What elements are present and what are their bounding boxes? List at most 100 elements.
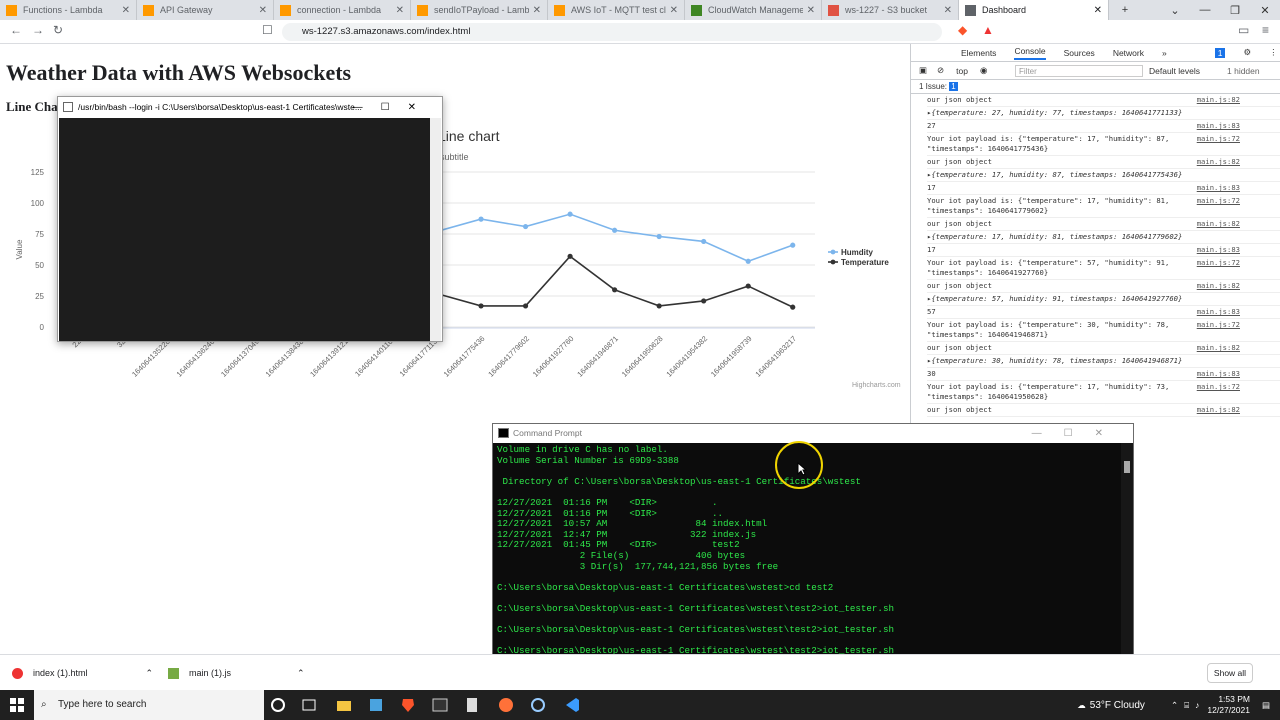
source-link[interactable]: main.js:82 [1197,405,1240,415]
reload-icon[interactable]: ↻ [53,23,63,37]
close-tab-icon[interactable]: ✕ [807,5,815,16]
bash-window[interactable]: /usr/bin/bash --login -i C:\Users\borsa\… [57,96,443,342]
settings-gear-icon[interactable]: ⚙ [1243,47,1251,58]
close-window-button[interactable]: ✕ [1250,0,1280,20]
source-link[interactable]: main.js:72 [1197,196,1240,206]
source-link[interactable]: main.js:82 [1197,157,1240,167]
source-link[interactable]: main.js:83 [1197,369,1240,379]
brave-rewards-icon[interactable]: ▲ [982,23,994,37]
minimize-window-button[interactable]: — [1190,0,1220,20]
close-tab-icon[interactable]: ✕ [122,5,130,16]
add-tab-button[interactable]: + [1110,0,1140,20]
console-message[interactable]: ▸{temperature: 17, humidity: 81, timesta… [927,231,1280,244]
source-link[interactable]: main.js:83 [1197,121,1240,131]
cmd-titlebar[interactable]: Command Prompt —☐✕ [493,424,1133,443]
app-icon[interactable] [530,697,546,713]
source-link[interactable]: main.js:72 [1197,134,1240,144]
console-message[interactable]: ▸{temperature: 57, humidity: 91, timesta… [927,293,1280,306]
eye-icon[interactable]: ◉ [980,65,987,76]
browser-tab[interactable]: sendIoTPayload - Lambda ✕ [411,0,548,20]
source-link[interactable]: main.js:82 [1197,343,1240,353]
source-link[interactable]: main.js:72 [1197,258,1240,268]
context-select[interactable]: top [956,66,968,76]
tab-console[interactable]: Console [1014,46,1046,60]
taskbar-search-box[interactable]: ⌕ Type here to search [34,690,264,720]
address-bar[interactable]: ws-1227.s3.amazonaws.com/index.html [282,23,942,41]
console-message[interactable]: ▸{temperature: 30, humidity: 78, timesta… [927,355,1280,368]
terminal-icon[interactable] [432,697,448,713]
console-message[interactable]: ▸{temperature: 17, humidity: 87, timesta… [927,169,1280,182]
browser-tab[interactable]: CloudWatch Management Cons ✕ [685,0,822,20]
close-tab-icon[interactable]: ✕ [670,5,678,16]
console-message[interactable]: 27 main.js:83 [927,120,1280,133]
more-tabs-icon[interactable]: » [1162,48,1167,58]
source-link[interactable]: main.js:82 [1197,281,1240,291]
network-icon[interactable]: ⌸ [1184,700,1189,711]
notepad-icon[interactable] [464,697,480,713]
console-message[interactable]: Your iot payload is: {"temperature": 17,… [927,195,1280,218]
cortana-icon[interactable] [270,697,286,713]
browser-tab[interactable]: connection - Lambda ✕ [274,0,411,20]
browser-tab[interactable]: ws-1227 - S3 bucket ✕ [822,0,959,20]
windows-start-icon[interactable] [9,697,25,713]
bash-scrollbar[interactable] [430,118,441,341]
clear-console-icon[interactable]: ⊘ [937,65,944,76]
source-link[interactable]: main.js:82 [1197,95,1240,105]
close-tab-icon[interactable]: ✕ [533,5,541,16]
source-link[interactable]: main.js:83 [1197,183,1240,193]
tab-elements[interactable]: Elements [961,48,996,58]
tab-sources[interactable]: Sources [1064,48,1095,58]
console-message[interactable]: our json object main.js:82 [927,404,1280,417]
console-message[interactable]: Your iot payload is: {"temperature": 30,… [927,319,1280,342]
chevron-up-icon[interactable]: ⌃ [146,663,154,683]
chart-credit[interactable]: Highcharts.com [852,382,901,389]
more-options-icon[interactable]: ⋮ [1269,47,1278,58]
clock[interactable]: 1:53 PM 12/27/2021 [1207,694,1250,716]
photos-icon[interactable] [368,697,384,713]
bash-window-controls[interactable]: —☐✕ [353,97,434,118]
close-tab-icon[interactable]: ✕ [259,5,267,16]
levels-select[interactable]: Default levels [1149,66,1200,76]
console-message[interactable]: Your iot payload is: {"temperature": 17,… [927,381,1280,404]
console-message[interactable]: ▸{temperature: 27, humidity: 77, timesta… [927,107,1280,120]
brave-shield-icon[interactable]: ◆ [958,23,967,37]
restore-window-button[interactable]: ❐ [1220,0,1250,20]
tab-search-icon[interactable]: ⌄ [1160,0,1190,20]
source-link[interactable]: main.js:83 [1197,245,1240,255]
console-message[interactable]: 30 main.js:83 [927,368,1280,381]
console-message[interactable]: 57 main.js:83 [927,306,1280,319]
brave-browser-icon[interactable] [400,697,416,713]
tray-chevron-icon[interactable]: ⌃ [1171,700,1178,711]
console-message[interactable]: our json object main.js:82 [927,218,1280,231]
console-message[interactable]: 17 main.js:83 [927,244,1280,257]
vscode-icon[interactable] [564,697,580,713]
close-tab-icon[interactable]: ✕ [396,5,404,16]
back-icon[interactable]: ← [10,23,22,37]
file-explorer-icon[interactable] [336,697,352,713]
menu-icon[interactable]: ≡ [1262,23,1269,37]
source-link[interactable]: main.js:83 [1197,307,1240,317]
close-tab-icon[interactable]: ✕ [944,5,952,16]
browser-tab[interactable]: Functions - Lambda ✕ [0,0,137,20]
source-link[interactable]: main.js:72 [1197,320,1240,330]
close-tab-icon[interactable]: ✕ [1094,5,1102,16]
console-message[interactable]: our json object main.js:82 [927,156,1280,169]
browser-tab[interactable]: API Gateway ✕ [137,0,274,20]
sidebar-icon[interactable]: ▭ [1238,23,1249,37]
cmd-window-controls[interactable]: —☐✕ [1032,424,1125,443]
browser-tab[interactable]: Dashboard ✕ [959,0,1109,20]
bash-titlebar[interactable]: /usr/bin/bash --login -i C:\Users\borsa\… [58,97,442,118]
sidebar-toggle-icon[interactable]: ▣ [919,65,927,76]
forward-icon[interactable]: → [32,23,44,37]
notification-icon[interactable]: ▤ [1262,700,1270,711]
browser-tab[interactable]: AWS IoT - MQTT test client ✕ [548,0,685,20]
console-message[interactable]: our json object main.js:82 [927,342,1280,355]
tab-network[interactable]: Network [1113,48,1144,58]
show-all-button[interactable]: Show all [1207,663,1253,683]
download-item-html[interactable]: index (1).html ⌃ [12,663,153,683]
issues-badge[interactable]: 1 [1214,47,1226,58]
weather-text[interactable]: 53°F Cloudy [1090,700,1145,711]
filter-input[interactable]: Filter [1015,65,1143,77]
console-message[interactable]: our json object main.js:82 [927,280,1280,293]
console-message[interactable]: our json object main.js:82 [927,94,1280,107]
